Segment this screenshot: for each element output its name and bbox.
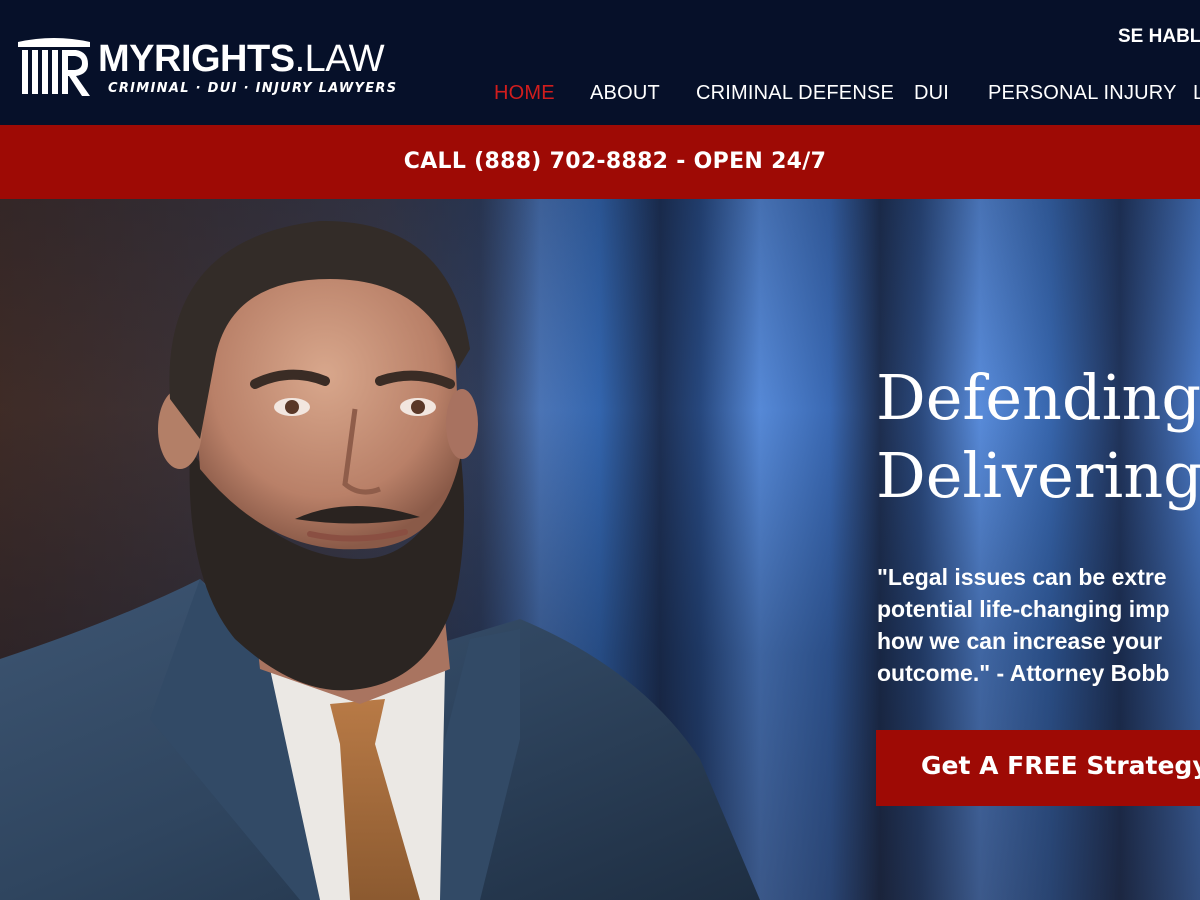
nav-item-home[interactable]: HOME [494, 82, 555, 105]
quote-line: how we can increase your [877, 628, 1163, 654]
attorney-quote: "Legal issues can be extre potential lif… [877, 561, 1200, 689]
nav-item-truncated[interactable]: L [1193, 82, 1200, 105]
site-header: MYRIGHTS.LAW CRIMINAL · DUI · INJURY LAW… [0, 0, 1200, 125]
call-bar: CALL (888) 702-8882 - OPEN 24/7 [0, 125, 1200, 199]
quote-line: outcome." - Attorney Bobb [877, 660, 1170, 686]
call-bar-text[interactable]: CALL (888) 702-8882 - OPEN 24/7 [404, 149, 826, 174]
nav-item-about[interactable]: ABOUT [590, 82, 660, 105]
nav-item-personal-injury[interactable]: PERSONAL INJURY [988, 82, 1177, 105]
main-nav: HOME ABOUT CRIMINAL DEFENSE DUI PERSONAL… [0, 82, 1200, 108]
logo-name-bold: MYRIGHTS [98, 38, 295, 80]
hero-section: Defending Delivering "Legal issues can b… [0, 199, 1200, 900]
hero-headline: Defending Delivering [876, 359, 1200, 515]
nav-item-dui[interactable]: DUI [914, 82, 949, 105]
hero-headline-line: Defending [876, 361, 1200, 434]
logo-wordmark: MYRIGHTS.LAW [98, 38, 385, 81]
attorney-portrait [0, 220, 760, 900]
hero-headline-line: Delivering [876, 439, 1200, 512]
quote-line: potential life-changing imp [877, 596, 1170, 622]
nav-item-criminal-defense[interactable]: CRIMINAL DEFENSE [696, 82, 894, 105]
spanish-link[interactable]: SE HABLA [1118, 26, 1200, 48]
logo-name-light: .LAW [294, 38, 385, 80]
free-strategy-session-button[interactable]: Get A FREE Strategy S [876, 730, 1200, 806]
quote-line: "Legal issues can be extre [877, 564, 1167, 590]
